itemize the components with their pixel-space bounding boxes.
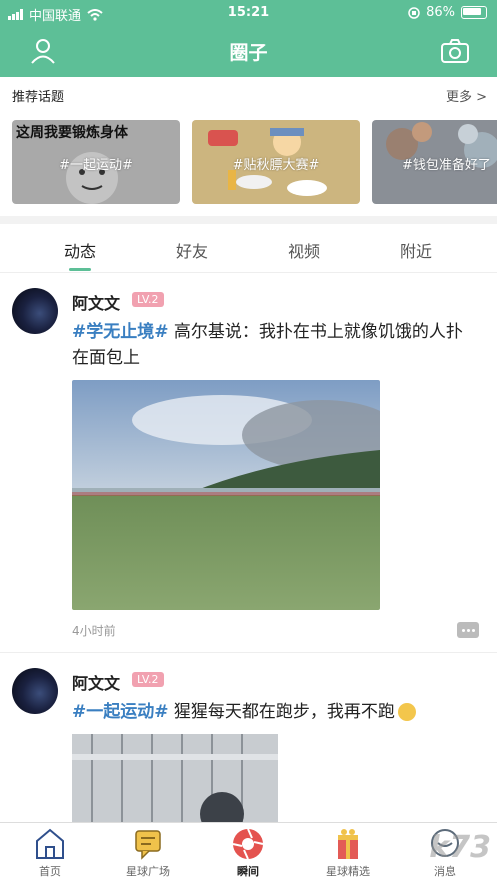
tab-friends[interactable]: 好友 bbox=[162, 238, 222, 262]
topic-label: #钱包准备好了 bbox=[402, 158, 491, 173]
bottom-nav-label: 首页 bbox=[39, 865, 61, 878]
navbar: 圈子 bbox=[0, 28, 497, 74]
topic-card[interactable]: #钱包准备好了 bbox=[372, 120, 497, 204]
page-title: 圈子 bbox=[229, 42, 268, 64]
post-card[interactable]: 阿文文 LV.2 #一起运动# 猩猩每天都在跑步，我再不跑 bbox=[0, 656, 497, 822]
active-tab-indicator bbox=[69, 268, 91, 271]
level-badge: LV.2 bbox=[132, 672, 164, 687]
section-divider bbox=[0, 216, 497, 224]
battery-percent: 86% bbox=[426, 5, 455, 20]
battery-icon bbox=[461, 6, 487, 19]
bottom-nav-label: 星球精选 bbox=[326, 865, 370, 878]
more-topics-link[interactable]: 更多 > bbox=[446, 86, 487, 105]
bottom-nav-plaza[interactable]: 星球广场 bbox=[108, 827, 188, 879]
app-header: 中国联通 15:21 86% 圈子 bbox=[0, 0, 497, 77]
status-bar: 中国联通 15:21 86% bbox=[0, 0, 497, 26]
tab-dynamic[interactable]: 动态 bbox=[50, 238, 110, 262]
post-photo[interactable] bbox=[72, 734, 278, 822]
orientation-lock-icon bbox=[408, 6, 420, 19]
bottom-nav-moments[interactable]: 瞬间 bbox=[208, 827, 288, 879]
site-watermark: k73 bbox=[429, 830, 491, 865]
topic-card[interactable]: #贴秋膘大赛# bbox=[192, 120, 360, 204]
topic-label: #一起运动# bbox=[59, 158, 133, 173]
emoji-icon bbox=[397, 703, 416, 721]
post-card[interactable]: 阿文文 LV.2 #学无止境# 高尔基说：我扑在书上就像饥饿的人扑在面包上 4小… bbox=[0, 274, 497, 652]
bottom-nav-label: 消息 bbox=[434, 865, 456, 878]
topics-carousel[interactable]: 这周我要锻炼身体 #一起运动# #贴秋膘大赛# #钱包准备好了 bbox=[12, 120, 497, 206]
feed-tabs: 动态 好友 视频 附近 bbox=[0, 226, 497, 273]
recommended-topics-header: 推荐话题 更多 > bbox=[12, 86, 487, 108]
camera-shutter-icon bbox=[232, 828, 264, 860]
more-options-icon[interactable] bbox=[457, 622, 479, 638]
topic-card[interactable]: 这周我要锻炼身体 #一起运动# bbox=[12, 120, 180, 204]
recommended-heading: 推荐话题 bbox=[12, 90, 65, 105]
bottom-nav-label: 瞬间 bbox=[237, 865, 259, 878]
tab-nearby[interactable]: 附近 bbox=[386, 238, 446, 262]
message-icon bbox=[135, 830, 161, 860]
avatar[interactable] bbox=[12, 668, 58, 714]
post-username[interactable]: 阿文文 bbox=[72, 290, 120, 314]
gift-icon bbox=[338, 829, 358, 859]
level-badge: LV.2 bbox=[132, 292, 164, 307]
topic-label: #贴秋膘大赛# bbox=[232, 158, 320, 173]
bottom-nav-label: 星球广场 bbox=[126, 865, 170, 878]
post-photo[interactable] bbox=[72, 380, 380, 610]
post-timestamp: 4小时前 bbox=[72, 624, 116, 638]
bottom-nav-featured[interactable]: 星球精选 bbox=[308, 827, 388, 879]
post-username[interactable]: 阿文文 bbox=[72, 670, 120, 694]
bottom-navigation: 首页 星球广场 瞬间 星球精选 消息 bbox=[0, 822, 497, 884]
bottom-nav-home[interactable]: 首页 bbox=[10, 827, 90, 879]
avatar[interactable] bbox=[12, 288, 58, 334]
post-topic-tag[interactable]: #学无止境# bbox=[72, 322, 169, 342]
camera-icon[interactable] bbox=[441, 39, 469, 63]
post-text: #学无止境# 高尔基说：我扑在书上就像饥饿的人扑在面包上 bbox=[72, 319, 479, 371]
post-text: #一起运动# 猩猩每天都在跑步，我再不跑 bbox=[72, 699, 479, 725]
tab-video[interactable]: 视频 bbox=[274, 238, 334, 262]
home-icon bbox=[36, 828, 64, 859]
post-topic-tag[interactable]: #一起运动# bbox=[72, 702, 169, 722]
post-separator bbox=[0, 652, 497, 653]
post-body: 猩猩每天都在跑步，我再不跑 bbox=[168, 702, 395, 722]
